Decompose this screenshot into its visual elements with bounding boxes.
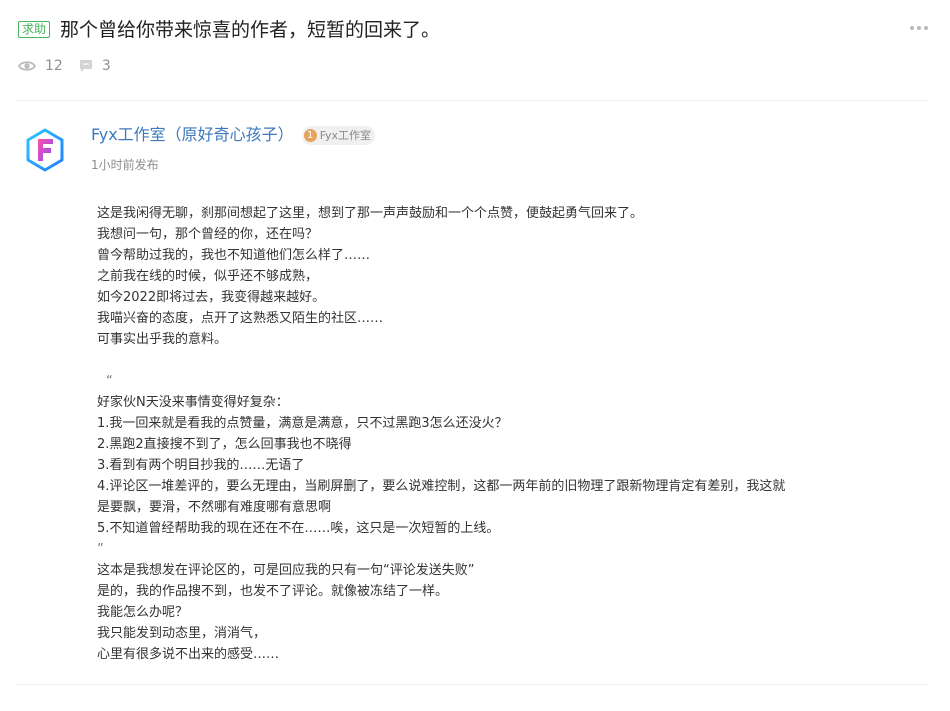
content-line: 这是我闲得无聊，刹那间想起了这里，想到了那一声声鼓励和一个个点赞，便鼓起勇气回来… <box>97 206 644 221</box>
badge-label: Fyx工作室 <box>319 128 372 142</box>
view-count-number: 12 <box>45 58 63 74</box>
content-line: 如今2022即将过去，我变得越来越好。 <box>97 290 326 305</box>
quote-line: 2.黑跑2直接搜不到了，怎么回事我也不晓得 <box>97 437 352 452</box>
content-line: 曾今帮助过我的，我也不知道他们怎么样了…… <box>97 248 371 263</box>
comment-count-number: 3 <box>101 58 111 74</box>
top-divider <box>16 100 928 101</box>
post-stats: 12 3 <box>18 57 111 75</box>
quote-line: 是要飘，要滑，不然哪有难度哪有意思啊 <box>97 500 332 515</box>
author-row: Fyx工作室（原好奇心孩子） 1 Fyx工作室 <box>91 124 376 146</box>
post-content: 这是我闲得无聊，刹那间想起了这里，想到了那一声声鼓励和一个个点赞，便鼓起勇气回来… <box>97 203 857 665</box>
more-dot <box>917 26 921 30</box>
post-title: 那个曾给你带来惊喜的作者，短暂的回来了。 <box>60 19 441 41</box>
studio-badge[interactable]: 1 Fyx工作室 <box>301 125 376 145</box>
quote-line: 4.评论区一堆差评的，要么无理由，当刷屏删了，要么说难控制，这都一两年前的旧物理… <box>97 479 786 494</box>
more-icon[interactable] <box>910 20 928 36</box>
comment-icon <box>79 60 92 72</box>
author-name-link[interactable]: Fyx工作室（原好奇心孩子） <box>91 124 294 146</box>
content-line: 我能怎么办呢？ <box>97 605 189 620</box>
content-line: 这本是我想发在评论区的，可是回应我的只有一句“评论发送失败” <box>97 563 475 578</box>
post-time: 1小时前发布 <box>91 158 159 172</box>
content-line: 可事实出乎我的意料。 <box>97 332 228 347</box>
quote-line: 1.我一回来就是看我的点赞量，满意是满意，只不过黑跑3怎么还没火？ <box>97 416 508 431</box>
fyx-logo-icon[interactable] <box>22 127 68 173</box>
more-dot <box>924 26 928 30</box>
quote-line: 3.看到有两个明目抄我的……无语了 <box>97 458 305 473</box>
content-line: 之前我在线的时候，似乎还不够成熟， <box>97 269 319 284</box>
content-line: 是的，我的作品搜不到，也发不了评论。就像被冻结了一样。 <box>97 584 449 599</box>
view-count: 12 <box>18 57 63 75</box>
badge-number: 1 <box>303 128 317 142</box>
quote-open: “ <box>106 374 113 389</box>
quote-close: ” <box>97 542 104 557</box>
content-line: 我想问一句，那个曾经的你，还在吗？ <box>97 227 319 242</box>
help-tag: 求助 <box>18 21 51 38</box>
content-line: 心里有很多说不出来的感受…… <box>97 647 280 662</box>
eye-icon <box>18 61 36 71</box>
quote-line: 好家伙N天没来事情变得好复杂： <box>97 395 289 410</box>
content-line: 我只能发到动态里，消消气， <box>97 626 267 641</box>
comment-count: 3 <box>79 57 111 75</box>
quote-line: 5.不知道曾经帮助我的现在还在不在……唉，这只是一次短暂的上线。 <box>97 521 500 536</box>
more-dot <box>910 26 914 30</box>
bottom-divider <box>16 684 928 685</box>
content-line: 我喵兴奋的态度，点开了这熟悉又陌生的社区…… <box>97 311 384 326</box>
